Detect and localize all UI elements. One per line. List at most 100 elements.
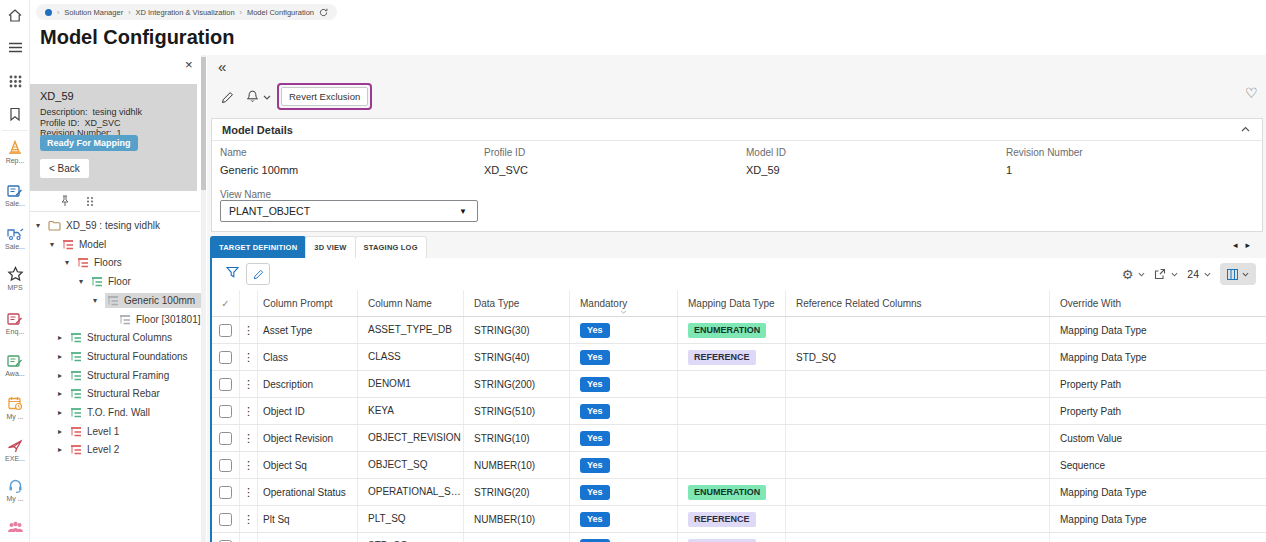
tree-expand-open-icon[interactable]: ▾ xyxy=(50,240,62,249)
rail-item-plane[interactable]: EXE... xyxy=(0,438,30,462)
edit-table-button[interactable] xyxy=(246,263,270,285)
tree-expand-closed-icon[interactable]: ▸ xyxy=(58,371,70,380)
row-menu-kebab-icon[interactable]: ⋮ xyxy=(240,506,258,532)
expand-all-icon[interactable] xyxy=(86,196,96,206)
sidebar-scrollbar-thumb[interactable] xyxy=(201,57,206,190)
breadcrumb-item[interactable]: Solution Manager xyxy=(64,8,123,17)
row-checkbox[interactable] xyxy=(219,513,232,526)
tree-expand-closed-icon[interactable]: ▸ xyxy=(58,445,70,454)
column-header[interactable]: Mapping Data Type xyxy=(678,290,786,316)
collapse-panel-icon[interactable]: « xyxy=(218,58,226,75)
row-menu-kebab-icon[interactable]: ⋮ xyxy=(240,425,258,451)
tree-expand-closed-icon[interactable]: ▸ xyxy=(58,427,70,436)
tree-expand-open-icon[interactable]: ▾ xyxy=(93,296,105,305)
row-menu-kebab-icon[interactable]: ⋮ xyxy=(240,398,258,424)
tree-expand-closed-icon[interactable]: ▸ xyxy=(58,408,70,417)
tree-expand-open-icon[interactable]: ▾ xyxy=(79,277,91,286)
rail-item-headset[interactable]: My ... xyxy=(0,478,30,502)
tree-item[interactable]: ▸Structural Framing xyxy=(58,366,169,385)
view-name-select[interactable]: PLANT_OBJECT ▼ xyxy=(220,200,478,222)
tab-target-definition[interactable]: TARGET DEFINITION xyxy=(210,236,306,258)
favorite-heart-icon[interactable]: ♡ xyxy=(1245,85,1258,101)
tab-3d-view[interactable]: 3D VIEW xyxy=(305,236,355,258)
page-size-value[interactable]: 24 xyxy=(1187,268,1199,280)
tree-item[interactable]: ▾Floor xyxy=(79,272,131,291)
rail-item-bookmark[interactable] xyxy=(0,107,30,122)
tree-expand-open-icon[interactable]: ▾ xyxy=(65,258,77,267)
pin-icon[interactable] xyxy=(60,195,70,207)
rail-item-cone[interactable]: Rep... xyxy=(0,140,30,164)
sort-chevron-icon[interactable] xyxy=(620,310,677,314)
rail-item-star[interactable]: MPS xyxy=(0,266,30,291)
rail-item-form-red[interactable]: Enq... xyxy=(0,312,30,335)
row-checkbox[interactable] xyxy=(219,351,232,364)
rail-item-form-green[interactable]: Awa... xyxy=(0,354,30,377)
revert-exclusion-button[interactable]: Revert Exclusion xyxy=(281,87,368,106)
export-icon[interactable] xyxy=(1154,268,1166,280)
rail-item-truck[interactable]: Sale... xyxy=(0,227,30,250)
breadcrumb-item[interactable]: XD Integration & Visualization xyxy=(135,8,234,17)
row-checkbox[interactable] xyxy=(219,486,232,499)
row-checkbox[interactable] xyxy=(219,432,232,445)
filter-icon[interactable] xyxy=(226,266,239,279)
tree-item[interactable]: ▸Structural Rebar xyxy=(58,384,160,403)
row-checkbox[interactable] xyxy=(219,459,232,472)
tree-item[interactable]: Floor [301801] xyxy=(107,310,201,329)
tree-item[interactable]: ▸Level 1 xyxy=(58,422,119,441)
tree-expand-closed-icon[interactable]: ▸ xyxy=(58,333,70,342)
column-header[interactable]: Override With xyxy=(1050,290,1266,316)
tree-expand-closed-icon[interactable]: ▸ xyxy=(58,389,70,398)
row-menu-kebab-icon[interactable]: ⋮ xyxy=(240,344,258,370)
column-header[interactable]: Column Prompt xyxy=(258,290,358,316)
row-menu-kebab-icon[interactable]: ⋮ xyxy=(240,317,258,343)
row-menu-kebab-icon[interactable]: ⋮ xyxy=(240,479,258,505)
settings-gear-icon[interactable]: ⚙ xyxy=(1122,268,1134,281)
tab-scroll-arrows[interactable]: ◂▸ xyxy=(1233,240,1258,250)
tree-item[interactable]: ▸Level 2 xyxy=(58,440,119,459)
column-header[interactable]: Data Type xyxy=(464,290,570,316)
notifications-bell-icon[interactable] xyxy=(246,90,259,103)
tab-staging-log[interactable]: STAGING LOG xyxy=(355,236,427,258)
rail-item-form-blue[interactable]: Sale... xyxy=(0,184,30,207)
settings-chevron-icon[interactable] xyxy=(1138,272,1145,277)
page-size-chevron-icon[interactable] xyxy=(1204,272,1211,277)
rail-item-menu[interactable] xyxy=(0,42,30,53)
row-menu-kebab-icon[interactable]: ⋮ xyxy=(240,371,258,397)
mandatory-badge: Yes xyxy=(580,485,610,500)
rail-item-group[interactable] xyxy=(0,521,30,534)
row-checkbox[interactable] xyxy=(219,378,232,391)
row-checkbox[interactable] xyxy=(219,324,232,337)
column-header[interactable]: Column Name xyxy=(358,290,464,316)
close-icon[interactable]: × xyxy=(185,58,193,71)
tab-bar: TARGET DEFINITION3D VIEWSTAGING LOG xyxy=(210,236,426,258)
tree-item[interactable]: ▸Structural Foundations xyxy=(58,347,188,366)
tree-item[interactable]: ▾XD_59 : tesing vidhlk xyxy=(36,216,160,235)
edit-icon[interactable] xyxy=(221,91,234,104)
mandatory-badge: Yes xyxy=(580,377,610,392)
bell-dropdown-chevron-icon[interactable] xyxy=(263,95,271,100)
breadcrumb-home-dot[interactable] xyxy=(45,9,52,16)
tree-item[interactable]: ▾Generic 100mm xyxy=(93,291,203,310)
row-checkbox[interactable] xyxy=(219,405,232,418)
column-header[interactable]: Reference Related Columns xyxy=(786,290,1050,316)
collapse-section-chevron-icon[interactable] xyxy=(1241,126,1250,132)
tree-expand-closed-icon[interactable]: ▸ xyxy=(58,352,70,361)
select-all-checkmark-icon[interactable]: ✓ xyxy=(221,298,229,309)
column-settings-button[interactable] xyxy=(1220,263,1256,285)
tree-expand-open-icon[interactable]: ▾ xyxy=(36,221,48,230)
rail-item-grid[interactable] xyxy=(0,75,30,88)
column-header[interactable]: Mandatory xyxy=(570,290,678,316)
refresh-icon[interactable] xyxy=(319,8,328,17)
tree-item[interactable]: ▾Model xyxy=(50,235,106,254)
row-menu-kebab-icon[interactable]: ⋮ xyxy=(240,452,258,478)
back-button[interactable]: < Back xyxy=(40,159,89,178)
tree-item[interactable]: ▾Floors xyxy=(65,253,122,272)
rail-item-calendar[interactable]: My ... xyxy=(0,396,30,420)
tree-item[interactable]: ▸T.O. Fnd. Wall xyxy=(58,403,150,422)
row-menu-kebab-icon[interactable]: ⋮ xyxy=(240,533,258,542)
breadcrumb-item[interactable]: Model Configuration xyxy=(247,8,314,17)
rail-item-home[interactable] xyxy=(0,8,30,23)
tree-item[interactable]: ▸Structural Columns xyxy=(58,328,172,347)
export-chevron-icon[interactable] xyxy=(1171,272,1178,277)
rail-item-label: Rep... xyxy=(0,157,30,164)
